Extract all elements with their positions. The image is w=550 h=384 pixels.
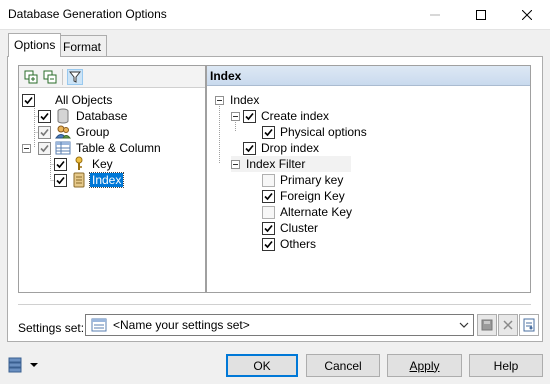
others-checkbox[interactable]	[262, 237, 275, 251]
settings-properties-button[interactable]	[519, 314, 539, 336]
menu-button[interactable]	[7, 355, 41, 375]
collapse-expander-icon[interactable]	[22, 143, 31, 153]
table-icon	[55, 140, 71, 156]
group-icon	[55, 124, 71, 140]
minimize-icon	[430, 14, 440, 16]
delete-icon	[503, 320, 513, 330]
apply-button[interactable]: Apply	[387, 354, 462, 377]
database-icon	[55, 108, 71, 124]
settings-set-label: Settings set:	[18, 321, 85, 335]
settings-set-value: <Name your settings set>	[113, 318, 250, 332]
option-primary-key[interactable]: Primary key	[262, 172, 343, 188]
option-foreign-key[interactable]: Foreign Key	[262, 188, 345, 204]
tree-item-group[interactable]: Group	[38, 124, 109, 140]
maximize-icon	[476, 10, 486, 20]
physical-options-checkbox[interactable]	[262, 125, 275, 139]
option-cluster[interactable]: Cluster	[262, 220, 318, 236]
tree-item-database[interactable]: Database	[38, 108, 127, 124]
properties-icon	[523, 318, 535, 332]
stack-menu-icon	[8, 357, 22, 373]
pane-header: Index	[207, 66, 530, 86]
options-panel: All Objects Database Group Table & Colum…	[7, 56, 543, 342]
primary-key-checkbox[interactable]	[262, 173, 275, 187]
window-title: Database Generation Options	[8, 7, 167, 21]
group-index-filter[interactable]: Index Filter	[231, 156, 351, 172]
index-checkbox[interactable]	[54, 173, 67, 187]
create-index-checkbox[interactable]	[243, 109, 256, 123]
option-physical-options[interactable]: Physical options	[262, 124, 367, 140]
option-drop-index[interactable]: Drop index	[243, 140, 319, 156]
index-icon	[71, 172, 87, 188]
settings-set-icon	[91, 318, 107, 332]
collapse-expander-icon[interactable]	[231, 111, 240, 121]
maximize-button[interactable]	[458, 0, 504, 30]
option-create-index[interactable]: Create index	[231, 108, 329, 124]
tree-item-key[interactable]: Key	[54, 156, 113, 172]
tree-item-index[interactable]: Index	[54, 172, 125, 188]
table-column-checkbox[interactable]	[38, 141, 51, 155]
collapse-expander-icon[interactable]	[231, 159, 240, 169]
tab-format[interactable]: Format	[57, 35, 108, 57]
database-checkbox[interactable]	[38, 109, 51, 123]
chevron-down-icon[interactable]	[459, 321, 469, 329]
separator	[18, 304, 531, 305]
filter-icon[interactable]	[67, 69, 83, 85]
foreign-key-checkbox[interactable]	[262, 189, 275, 203]
cancel-button[interactable]: Cancel	[306, 354, 380, 377]
tab-options[interactable]: Options	[8, 33, 62, 57]
help-button[interactable]: Help	[469, 354, 543, 377]
dropdown-arrow-icon	[30, 363, 38, 367]
title-bar: Database Generation Options	[0, 0, 550, 30]
ok-button[interactable]: OK	[226, 354, 298, 377]
collapse-expander-icon[interactable]	[215, 95, 224, 105]
settings-set-combo[interactable]: <Name your settings set>	[85, 314, 474, 336]
group-index[interactable]: Index	[215, 92, 259, 108]
close-icon	[522, 10, 532, 20]
cluster-checkbox[interactable]	[262, 221, 275, 235]
key-icon	[71, 156, 87, 172]
all-objects-checkbox[interactable]	[22, 93, 35, 107]
tree-item-table-column[interactable]: Table & Column	[22, 140, 161, 156]
tree-item-all-objects[interactable]: All Objects	[22, 92, 112, 108]
expand-all-icon[interactable]	[23, 69, 39, 85]
collapse-all-icon[interactable]	[42, 69, 58, 85]
save-settings-button[interactable]	[477, 314, 497, 336]
toolbar-separator	[62, 69, 63, 85]
key-checkbox[interactable]	[54, 157, 67, 171]
delete-settings-button[interactable]	[498, 314, 518, 336]
option-alternate-key[interactable]: Alternate Key	[262, 204, 352, 220]
tree-toolbar	[19, 66, 205, 88]
minimize-button[interactable]	[412, 0, 458, 30]
save-icon	[481, 319, 493, 331]
index-options-pane: Index Index Create index Physical option…	[206, 65, 531, 293]
option-others[interactable]: Others	[262, 236, 316, 252]
close-button[interactable]	[504, 0, 550, 30]
drop-index-checkbox[interactable]	[243, 141, 256, 155]
group-checkbox[interactable]	[38, 125, 51, 139]
alternate-key-checkbox[interactable]	[262, 205, 275, 219]
object-tree[interactable]: All Objects Database Group Table & Colum…	[18, 65, 206, 293]
